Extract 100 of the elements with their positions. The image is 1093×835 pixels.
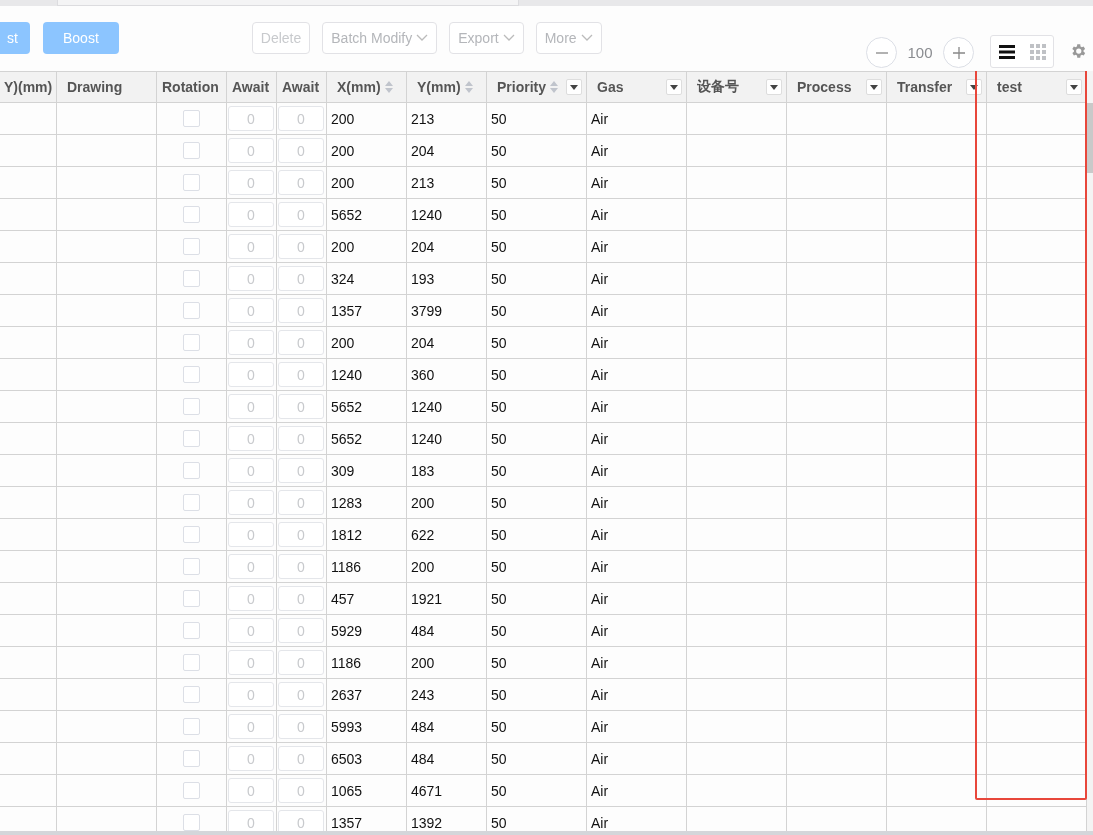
x-cell: 1812 [327,519,407,551]
table-cell [0,519,57,551]
dropdown-button[interactable]: Batch Modify [322,22,438,54]
filter-dropdown-button[interactable] [666,79,682,95]
y-cell: 1240 [407,423,487,455]
priority-cell: 50 [487,743,587,775]
table-cell [0,263,57,295]
zoom-in-button[interactable] [943,37,974,68]
x-cell: 5652 [327,391,407,423]
priority-cell: 50 [487,775,587,807]
table-cell [0,583,57,615]
x-cell: 1283 [327,487,407,519]
gas-cell: Air [587,455,687,487]
priority-cell: 50 [487,615,587,647]
zoom-out-button[interactable] [866,37,897,68]
table-cell [0,167,57,199]
table-cell [0,679,57,711]
dropdown-button[interactable]: Export [449,22,524,54]
boost-button[interactable]: Boost [43,22,119,54]
filter-dropdown-button[interactable] [866,79,882,95]
dropdown-button[interactable]: More [535,22,602,54]
rotation-checkbox[interactable] [183,142,200,159]
x-cell: 309 [327,455,407,487]
action-button[interactable]: st [0,22,30,54]
minus-icon [875,51,888,54]
x-cell: 457 [327,583,407,615]
grid-view-button[interactable] [1027,41,1048,62]
priority-cell: 50 [487,519,587,551]
y-cell: 622 [407,519,487,551]
chevron-down-icon [416,34,429,42]
x-cell: 5652 [327,423,407,455]
table-cell [0,327,57,359]
priority-cell: 50 [487,455,587,487]
rotation-checkbox[interactable] [183,334,200,351]
rotation-checkbox[interactable] [183,238,200,255]
sort-icon[interactable] [550,81,558,93]
sort-icon[interactable] [384,81,393,93]
rotation-checkbox[interactable] [183,750,200,767]
filter-dropdown-button[interactable] [1066,79,1082,95]
y-cell: 1240 [407,391,487,423]
rotation-checkbox[interactable] [183,110,200,127]
sort-icon[interactable] [464,81,473,93]
caret-down-icon [1070,84,1078,90]
gas-cell: Air [587,551,687,583]
plus-icon [951,45,966,60]
column-title: test [997,79,1022,95]
gas-cell: Air [587,263,687,295]
column-title: Priority [497,79,546,95]
column-title: Gas [597,79,624,95]
priority-cell: 50 [487,231,587,263]
priority-cell: 50 [487,263,587,295]
chevron-down-icon [580,34,593,42]
column-title: Rotation [162,79,219,95]
rotation-checkbox[interactable] [183,206,200,223]
column-title: Transfer [897,79,953,95]
table-cell [0,647,57,679]
rotation-checkbox[interactable] [183,366,200,383]
rotation-checkbox[interactable] [183,526,200,543]
y-cell: 1921 [407,583,487,615]
y-cell: 243 [407,679,487,711]
rotation-checkbox[interactable] [183,430,200,447]
column-title: Y)(mm) [4,79,52,95]
rotation-checkbox[interactable] [183,302,200,319]
rotation-checkbox[interactable] [183,782,200,799]
x-cell: 324 [327,263,407,295]
rotation-checkbox[interactable] [183,814,200,831]
rotation-checkbox[interactable] [183,462,200,479]
grid-icon [1029,43,1046,60]
rotation-checkbox[interactable] [183,622,200,639]
x-cell: 1065 [327,775,407,807]
rotation-checkbox[interactable] [183,398,200,415]
gas-cell: Air [587,775,687,807]
rotation-checkbox[interactable] [183,718,200,735]
priority-cell: 50 [487,103,587,135]
table-cell [0,231,57,263]
scrollbar-thumb[interactable] [1087,103,1093,173]
rotation-checkbox[interactable] [183,590,200,607]
column-title: Await [232,79,270,95]
filter-dropdown-button[interactable] [566,79,582,95]
caret-down-icon [670,84,678,90]
gas-cell: Air [587,423,687,455]
y-cell: 204 [407,327,487,359]
priority-cell: 50 [487,679,587,711]
rotation-checkbox[interactable] [183,174,200,191]
y-cell: 200 [407,551,487,583]
x-cell: 200 [327,103,407,135]
list-view-button[interactable] [996,42,1017,61]
x-cell: 200 [327,231,407,263]
rotation-checkbox[interactable] [183,494,200,511]
filter-dropdown-button[interactable] [766,79,782,95]
rotation-checkbox[interactable] [183,654,200,671]
x-cell: 1357 [327,295,407,327]
priority-cell: 50 [487,711,587,743]
rotation-checkbox[interactable] [183,686,200,703]
column-title: Y(mm) [417,79,461,95]
rotation-checkbox[interactable] [183,558,200,575]
x-cell: 1240 [327,359,407,391]
rotation-checkbox[interactable] [183,270,200,287]
x-cell: 5652 [327,199,407,231]
priority-cell: 50 [487,167,587,199]
